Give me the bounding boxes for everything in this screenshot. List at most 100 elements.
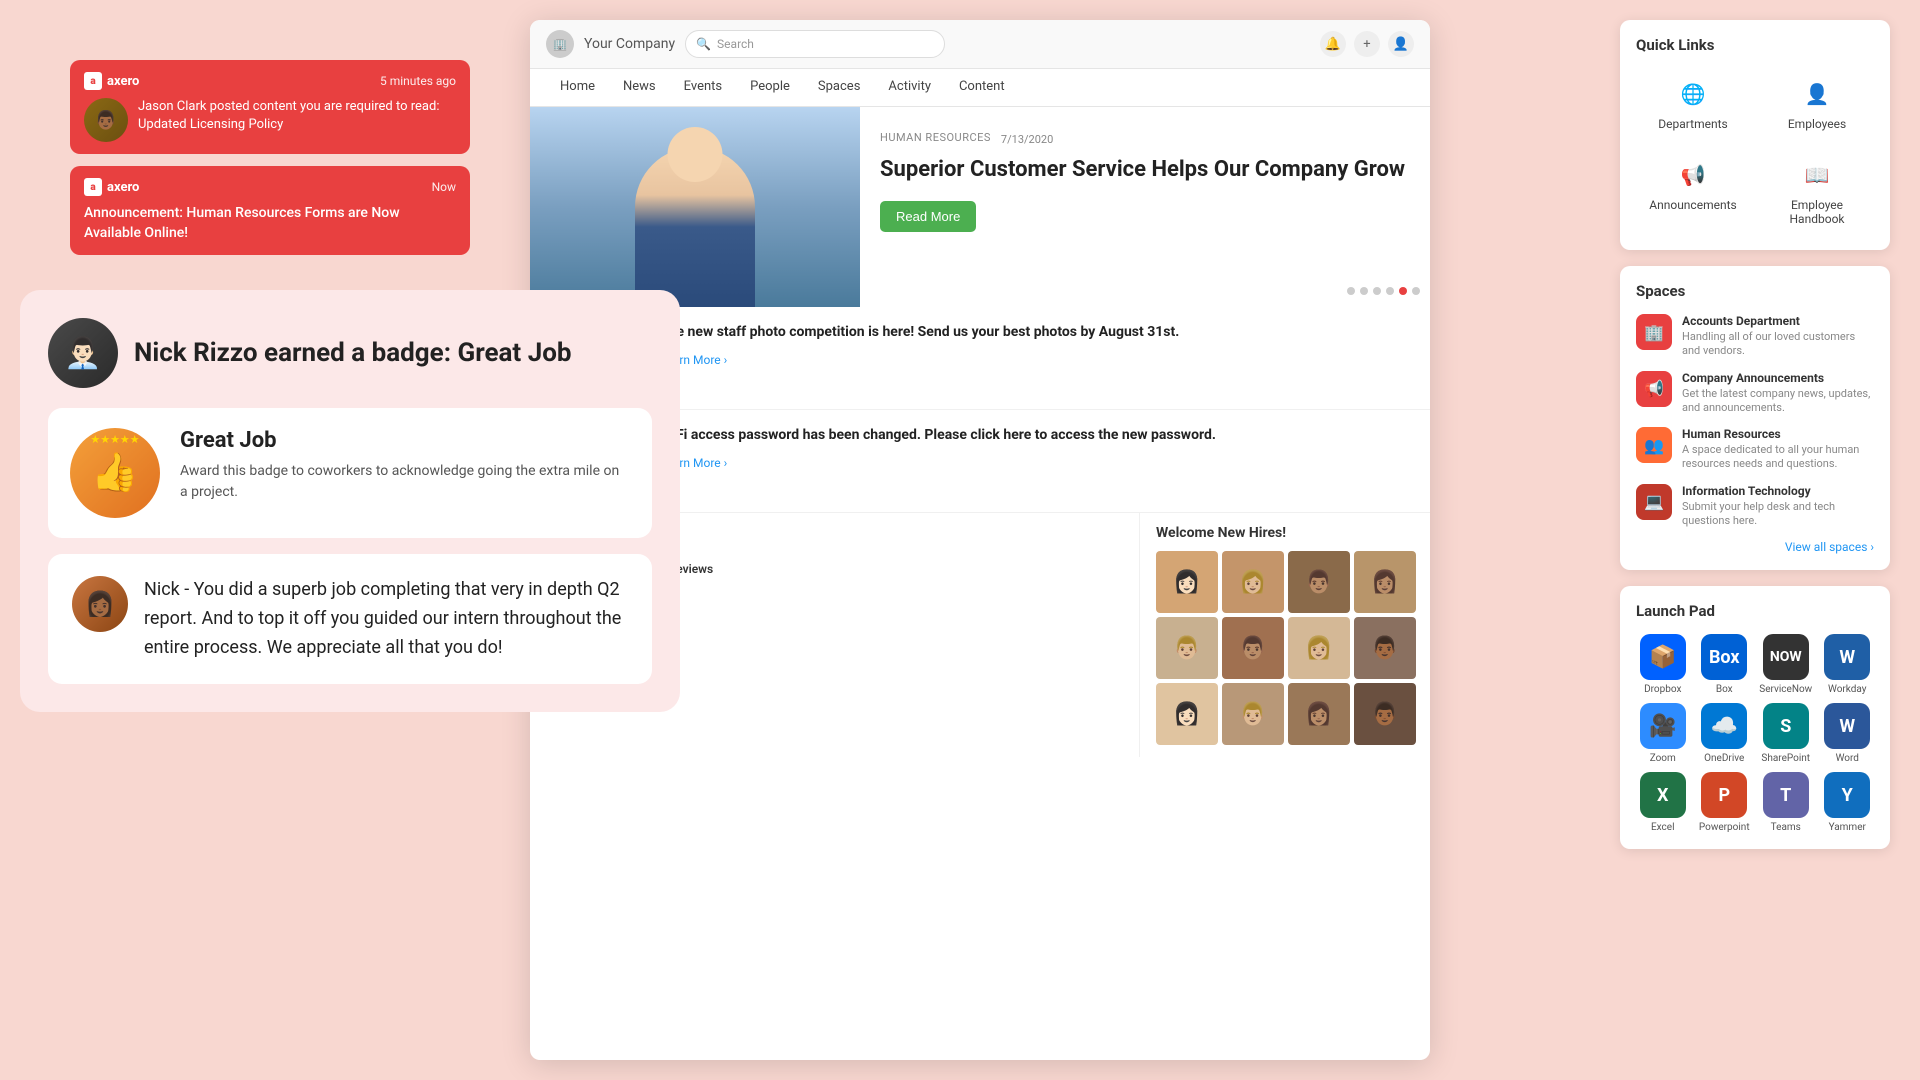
quick-links-title: Quick Links (1636, 36, 1874, 54)
notif-header-1: a axero 5 minutes ago (84, 72, 456, 90)
search-bar[interactable]: 🔍 Search (685, 30, 945, 58)
lp-servicenow[interactable]: NOW ServiceNow (1759, 634, 1813, 695)
read-more-button[interactable]: Read More (880, 201, 976, 232)
hire-3[interactable]: 👨🏽 (1288, 551, 1350, 613)
lp-excel-label: Excel (1651, 822, 1675, 833)
hire-8[interactable]: 👨🏾 (1354, 617, 1416, 679)
lp-box[interactable]: Box Box (1698, 634, 1752, 695)
lp-dropbox[interactable]: 📦 Dropbox (1636, 634, 1690, 695)
nav-activity[interactable]: Activity (874, 69, 945, 106)
dot-4[interactable] (1386, 287, 1394, 295)
launchpad-grid: 📦 Dropbox Box Box NOW ServiceNow W Workd… (1636, 634, 1874, 833)
lp-excel[interactable]: X Excel (1636, 772, 1690, 833)
nav-people[interactable]: People (736, 69, 804, 106)
nav-spaces[interactable]: Spaces (804, 69, 875, 106)
lp-onedrive-label: OneDrive (1704, 753, 1744, 764)
lp-dropbox-label: Dropbox (1644, 684, 1681, 695)
employees-icon: 👤 (1799, 76, 1835, 112)
hero-image (530, 107, 860, 307)
quick-links-card: Quick Links 🌐 Departments 👤 Employees 📢 … (1620, 20, 1890, 250)
nav-home[interactable]: Home (546, 69, 609, 106)
content-text-1: The new staff photo competition is here!… (660, 323, 1179, 368)
space-it-info: Information Technology Submit your help … (1682, 484, 1874, 529)
axero-logo-1: a axero (84, 72, 139, 90)
workday-icon: W (1824, 634, 1870, 680)
dot-6[interactable] (1412, 287, 1420, 295)
ql-employees[interactable]: 👤 Employees (1760, 68, 1874, 139)
dot-2[interactable] (1360, 287, 1368, 295)
lp-powerpoint[interactable]: P Powerpoint (1698, 772, 1752, 833)
hero-section: HUMAN RESOURCES 7/13/2020 Superior Custo… (530, 107, 1430, 307)
space-hr-desc: A space dedicated to all your human reso… (1682, 443, 1874, 472)
space-hr[interactable]: 👥 Human Resources A space dedicated to a… (1636, 427, 1874, 472)
zoom-icon: 🎥 (1640, 703, 1686, 749)
badge-message-box: 👩🏾 Nick - You did a superb job completin… (48, 554, 652, 684)
it-icon: 💻 (1636, 484, 1672, 520)
notification-bell-icon[interactable]: 🔔 (1320, 31, 1346, 57)
dot-3[interactable] (1373, 287, 1381, 295)
spaces-card: Spaces 🏢 Accounts Department Handling al… (1620, 266, 1890, 570)
ql-announcements[interactable]: 📢 Announcements (1636, 149, 1750, 234)
axero-icon-2: a (84, 178, 102, 196)
launchpad-card: Launch Pad 📦 Dropbox Box Box NOW Service… (1620, 586, 1890, 849)
dot-1[interactable] (1347, 287, 1355, 295)
space-hr-info: Human Resources A space dedicated to all… (1682, 427, 1874, 472)
dot-5[interactable] (1399, 287, 1407, 295)
lp-workday[interactable]: W Workday (1821, 634, 1875, 695)
lp-sharepoint[interactable]: S SharePoint (1759, 703, 1813, 764)
hire-9[interactable]: 👩🏻 (1156, 683, 1218, 745)
space-company-ann[interactable]: 📢 Company Announcements Get the latest c… (1636, 371, 1874, 416)
lp-onedrive[interactable]: ☁️ OneDrive (1698, 703, 1752, 764)
hire-5[interactable]: 👨🏼 (1156, 617, 1218, 679)
lp-workday-label: Workday (1828, 684, 1867, 695)
company-ann-icon: 📢 (1636, 371, 1672, 407)
hero-meta: HUMAN RESOURCES 7/13/2020 (880, 131, 1410, 148)
badge-earn-title: Nick Rizzo earned a badge: Great Job (134, 338, 572, 368)
search-icon: 🔍 (696, 37, 711, 51)
spaces-title: Spaces (1636, 282, 1874, 300)
hire-11[interactable]: 👩🏽 (1288, 683, 1350, 745)
box-icon: Box (1701, 634, 1747, 680)
new-hires-section: Welcome New Hires! 👩🏻 👩🏼 👨🏽 👩🏽 👨🏼 👨🏽 👩🏼 … (1140, 513, 1430, 757)
search-placeholder: Search (717, 37, 754, 51)
add-icon[interactable]: + (1354, 31, 1380, 57)
hire-7[interactable]: 👩🏼 (1288, 617, 1350, 679)
ql-departments[interactable]: 🌐 Departments (1636, 68, 1750, 139)
excel-icon: X (1640, 772, 1686, 818)
lp-zoom[interactable]: 🎥 Zoom (1636, 703, 1690, 764)
company-name: Your Company (584, 36, 675, 52)
lp-word[interactable]: W Word (1821, 703, 1875, 764)
nav-content[interactable]: Content (945, 69, 1019, 106)
badge-detail-box: ★★★★★ 👍 Great Job Award this badge to co… (48, 408, 652, 538)
lp-box-label: Box (1716, 684, 1733, 695)
accounts-dept-icon: 🏢 (1636, 314, 1672, 350)
space-it[interactable]: 💻 Information Technology Submit your hel… (1636, 484, 1874, 529)
lp-powerpoint-label: Powerpoint (1699, 822, 1750, 833)
ql-departments-label: Departments (1658, 117, 1727, 131)
hire-10[interactable]: 👨🏼 (1222, 683, 1284, 745)
lp-yammer[interactable]: Y Yammer (1821, 772, 1875, 833)
ql-employees-label: Employees (1788, 117, 1846, 131)
ql-handbook[interactable]: 📖 Employee Handbook (1760, 149, 1874, 234)
hire-4[interactable]: 👩🏽 (1354, 551, 1416, 613)
word-icon: W (1824, 703, 1870, 749)
sidebar: Quick Links 🌐 Departments 👤 Employees 📢 … (1620, 20, 1890, 849)
nav-news[interactable]: News (609, 69, 670, 106)
hero-date: 7/13/2020 (1001, 133, 1053, 146)
badge-info: Great Job Award this badge to coworkers … (180, 428, 630, 503)
new-hires-title: Welcome New Hires! (1156, 525, 1414, 541)
user-menu-icon[interactable]: 👤 (1388, 31, 1414, 57)
space-accounts[interactable]: 🏢 Accounts Department Handling all of ou… (1636, 314, 1874, 359)
badge-earner-row: 👨🏻‍💼 Nick Rizzo earned a badge: Great Jo… (48, 318, 652, 388)
hire-12[interactable]: 👨🏾 (1354, 683, 1416, 745)
lp-teams[interactable]: T Teams (1759, 772, 1813, 833)
hire-1[interactable]: 👩🏻 (1156, 551, 1218, 613)
hire-6[interactable]: 👨🏽 (1222, 617, 1284, 679)
hire-2[interactable]: 👩🏼 (1222, 551, 1284, 613)
view-all-spaces-link[interactable]: View all spaces (1636, 540, 1874, 554)
app-nav: Home News Events People Spaces Activity … (530, 69, 1430, 107)
notification-card-1[interactable]: a axero 5 minutes ago 👨🏾 Jason Clark pos… (70, 60, 470, 154)
notification-card-2[interactable]: a axero Now Announcement: Human Resource… (70, 166, 470, 255)
content-text-2: WiFi access password has been changed. P… (660, 426, 1216, 471)
nav-events[interactable]: Events (670, 69, 736, 106)
